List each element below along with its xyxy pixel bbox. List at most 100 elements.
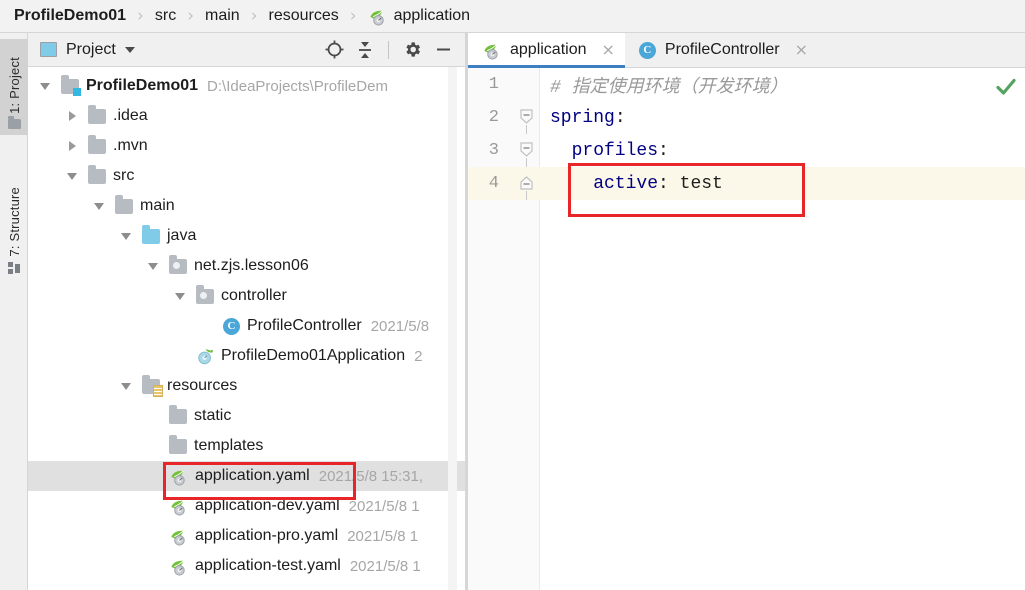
breadcrumb-item-label: ProfileDemo01	[14, 7, 127, 24]
project-window-icon	[40, 42, 57, 57]
code-token-key: spring	[550, 107, 615, 128]
tree-node-label: application-dev.yaml	[195, 497, 340, 514]
tree-node-label: application-pro.yaml	[195, 527, 339, 544]
idea-window: ProfileDemo01 › src › main › resources › applica…	[0, 0, 1025, 590]
chevron-right-icon[interactable]	[65, 138, 81, 154]
sidebar-item-project[interactable]: 1: Project	[0, 39, 28, 135]
line-number: 3	[488, 141, 499, 160]
resources-folder-icon	[142, 375, 163, 397]
code-token-comment: #	[550, 77, 572, 98]
chevron-down-icon[interactable]	[92, 198, 108, 214]
code-token-key: active	[550, 173, 659, 194]
tree-node-templates[interactable]: templates	[28, 431, 465, 461]
breadcrumb-item-src[interactable]: src	[155, 7, 176, 25]
tree-node-meta: 2	[414, 347, 423, 365]
editor-tab-profilecontroller[interactable]: C ProfileController ×	[625, 33, 818, 67]
fold-marker[interactable]	[510, 101, 540, 134]
breadcrumb-item-profiledemo01[interactable]: ProfileDemo01	[14, 7, 126, 25]
code-line[interactable]: 1 # 指定使用环境（开发环境）	[468, 68, 1025, 101]
tree-node-java[interactable]: java	[28, 221, 465, 251]
chevron-down-icon[interactable]	[146, 258, 162, 274]
code-line[interactable]: 3 profiles:	[468, 134, 1025, 167]
chevron-right-icon[interactable]	[65, 108, 81, 124]
spring-yaml-icon	[169, 468, 188, 486]
tree-node-label: controller	[221, 287, 287, 304]
tree-node-src[interactable]: src	[28, 161, 465, 191]
source-folder-icon	[142, 225, 160, 244]
project-folder-icon	[61, 75, 81, 96]
tree-node-label: ProfileDemo01Application	[221, 347, 406, 364]
package-icon	[169, 255, 187, 274]
chevron-down-icon[interactable]	[119, 378, 135, 394]
chevron-down-icon[interactable]	[65, 168, 81, 184]
folder-icon	[169, 405, 187, 424]
tree-node-meta: 2021/5/8 1	[349, 557, 421, 575]
locate-file-button[interactable]	[320, 36, 348, 64]
fold-marker[interactable]	[510, 134, 540, 167]
spring-yaml-icon	[169, 528, 188, 546]
tree-node-application-yaml[interactable]: application.yaml 2021/5/8 15:31,	[28, 461, 465, 491]
tree-node-net-zjs-lesson06[interactable]: net.zjs.lesson06	[28, 251, 465, 281]
settings-button[interactable]	[398, 36, 426, 64]
code-text: # 指定使用环境（开发环境）	[540, 72, 788, 98]
tree-node-static[interactable]: static	[28, 401, 465, 431]
spring-yaml-icon	[169, 558, 188, 576]
editor-tab-application[interactable]: application ×	[468, 33, 625, 68]
breadcrumb-item-main[interactable]: main	[205, 7, 240, 25]
project-tree[interactable]: ProfileDemo01 D:\IdeaProjects\ProfileDem.…	[28, 67, 465, 590]
tree-node--idea[interactable]: .idea	[28, 101, 465, 131]
tree-node-label: net.zjs.lesson06	[194, 257, 309, 274]
tree-scrollbar[interactable]	[448, 67, 457, 590]
tree-node-controller[interactable]: controller	[28, 281, 465, 311]
inspection-status-button[interactable]	[995, 76, 1017, 103]
code-text: spring:	[540, 108, 626, 128]
code-line[interactable]: 2 spring:	[468, 101, 1025, 134]
chevron-down-icon[interactable]	[173, 288, 189, 304]
collapse-all-button[interactable]	[351, 36, 379, 64]
tree-node-profilecontroller[interactable]: C ProfileController 2021/5/8	[28, 311, 465, 341]
tree-node-resources[interactable]: resources	[28, 371, 465, 401]
code-token-value: test	[679, 173, 723, 194]
tree-node-application-dev-yaml[interactable]: application-dev.yaml 2021/5/8 1	[28, 491, 465, 521]
tree-node-application-pro-yaml[interactable]: application-pro.yaml 2021/5/8 1	[28, 521, 465, 551]
tree-node-meta: D:\IdeaProjects\ProfileDem	[207, 77, 388, 95]
tree-node-application-test-yaml[interactable]: application-test.yaml 2021/5/8 1	[28, 551, 465, 581]
code-line[interactable]: 4 active: test	[468, 167, 1025, 200]
breadcrumb-item-label: resources	[268, 7, 339, 24]
editor-tab-label: ProfileController	[664, 41, 780, 58]
tree-node-profiledemo01[interactable]: ProfileDemo01 D:\IdeaProjects\ProfileDem	[28, 71, 465, 101]
chevron-down-icon[interactable]	[119, 228, 135, 244]
breadcrumb-item-resources[interactable]: resources	[269, 7, 339, 25]
close-icon[interactable]: ×	[795, 42, 808, 58]
tree-node-meta: 2021/5/8 15:31,	[318, 467, 423, 485]
tree-node-main[interactable]: main	[28, 191, 465, 221]
breadcrumb-item-label: main	[205, 7, 240, 24]
code-token-punct: :	[614, 107, 626, 128]
folder-icon	[115, 195, 133, 214]
tree-node-label: src	[113, 167, 135, 184]
code-editor[interactable]: 1 # 指定使用环境（开发环境） 2 spring: 3 profiles: 4 acti…	[468, 68, 1025, 590]
minimize-button[interactable]	[429, 36, 457, 64]
minimize-icon	[436, 48, 450, 51]
editor-area: application × C ProfileController × 1 # 指定使用环…	[468, 33, 1025, 590]
tree-node-profiledemo01application[interactable]: ProfileDemo01Application 2	[28, 341, 465, 371]
folder-icon	[88, 165, 106, 184]
tree-node-label: ProfileController	[247, 317, 362, 334]
fold-marker[interactable]	[510, 167, 540, 200]
chevron-down-icon[interactable]	[124, 46, 135, 53]
chevron-down-icon[interactable]	[38, 78, 54, 94]
crosshair-icon	[325, 40, 343, 59]
project-panel-header: Project	[28, 33, 465, 67]
breadcrumb-item-application[interactable]: application	[368, 7, 470, 26]
sidebar-item-structure[interactable]: 7: Structure	[0, 161, 28, 279]
tree-node-meta: 2021/5/8 1	[347, 527, 419, 545]
close-icon[interactable]: ×	[602, 42, 615, 58]
code-token-punct: :	[658, 173, 680, 194]
breadcrumb-separator: ›	[137, 5, 144, 26]
tree-node--mvn[interactable]: .mvn	[28, 131, 465, 161]
